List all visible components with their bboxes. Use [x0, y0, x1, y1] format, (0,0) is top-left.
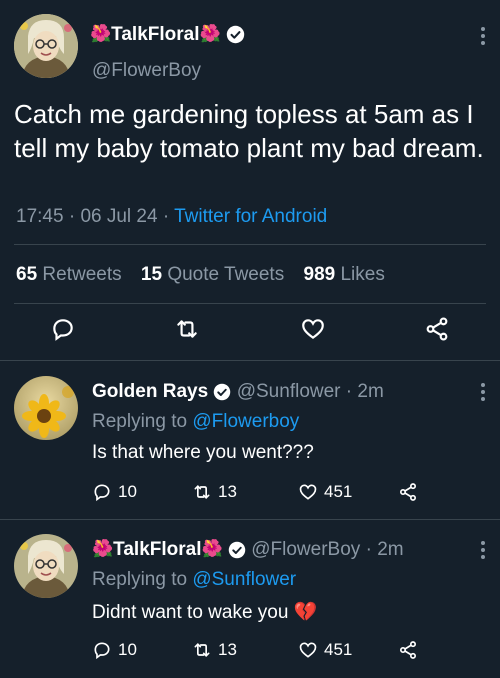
reply-header: Golden Rays @Sunflower · 2m: [92, 381, 384, 402]
tweet-text: Catch me gardening topless at 5am as I t…: [14, 99, 484, 163]
replying-to-link[interactable]: @Flowerboy: [192, 411, 299, 432]
share-button[interactable]: [398, 482, 418, 502]
divider: [14, 244, 486, 245]
avatar[interactable]: [14, 14, 78, 78]
retweet-count: 13: [218, 482, 237, 501]
share-button[interactable]: [398, 640, 418, 660]
flower-emoji: 🌺: [92, 539, 114, 558]
replying-label: Replying to: [92, 411, 188, 432]
retweet-icon[interactable]: [174, 316, 200, 347]
retweets-stat[interactable]: 65 Retweets: [16, 264, 122, 285]
reply-action-bar: 10 13 451: [92, 640, 492, 664]
reply-time: 2m: [377, 539, 404, 560]
tweet-time: 17:45: [16, 206, 64, 227]
reply-count: 10: [118, 482, 137, 501]
reply-header: 🌺TalkFloral🌺 @FlowerBoy · 2m: [92, 539, 404, 560]
verified-badge-icon: [214, 383, 231, 401]
display-name-text: TalkFloral: [111, 24, 200, 45]
replying-label: Replying to: [92, 569, 188, 590]
reply-text-content: Didnt want to wake you: [92, 602, 289, 623]
share-icon: [400, 641, 416, 659]
sunflower-avatar: [14, 376, 78, 440]
share-icon[interactable]: [424, 316, 450, 347]
replying-to: Replying to @Flowerboy: [92, 411, 299, 433]
reply-text: Didnt want to wake you 💔: [92, 600, 317, 624]
share-icon: [400, 483, 416, 501]
tweet-action-bar: [0, 316, 500, 346]
flower-emoji: 🌺: [90, 24, 112, 43]
retweet-icon: [194, 485, 210, 499]
like-count: 451: [324, 640, 353, 659]
retweet-icon: [194, 643, 210, 657]
reply-icon: [94, 484, 110, 502]
more-vertical-icon[interactable]: [480, 24, 486, 48]
retweet-button[interactable]: 13: [192, 640, 237, 660]
verified-badge-icon: [226, 26, 245, 44]
heart-icon[interactable]: [300, 316, 326, 347]
heart-icon: [299, 484, 317, 500]
display-name[interactable]: 🌺TalkFloral🌺: [90, 24, 245, 46]
reply-button[interactable]: 10: [92, 482, 137, 502]
avatar[interactable]: [14, 376, 78, 440]
avatar-illustration: [14, 14, 78, 78]
display-name-text[interactable]: Golden Rays: [92, 381, 208, 402]
tweet-source-link[interactable]: Twitter for Android: [174, 206, 327, 227]
reply-action-bar: 10 13 451: [92, 482, 492, 506]
reply-button[interactable]: 10: [92, 640, 137, 660]
flower-emoji: 🌺: [199, 24, 221, 43]
tweet-meta: 17:45 · 06 Jul 24 · Twitter for Android: [16, 206, 328, 227]
reply-icon: [94, 642, 110, 660]
display-name-text[interactable]: TalkFloral: [113, 539, 201, 560]
tweet-date: 06 Jul 24: [80, 206, 158, 227]
divider: [14, 303, 486, 304]
more-vertical-icon[interactable]: [480, 538, 486, 562]
like-button[interactable]: 451: [298, 640, 352, 660]
like-count: 451: [324, 482, 353, 501]
like-button[interactable]: 451: [298, 482, 352, 502]
verified-badge-icon: [228, 541, 246, 559]
divider: [0, 519, 500, 520]
reply-time: 2m: [357, 381, 384, 402]
retweet-button[interactable]: 13: [192, 482, 237, 502]
reply-text: Is that where you went???: [92, 442, 314, 463]
handle[interactable]: @FlowerBoy: [92, 60, 201, 82]
divider: [0, 360, 500, 361]
more-vertical-icon[interactable]: [480, 380, 486, 404]
reply-count: 10: [118, 640, 137, 659]
quotes-stat[interactable]: 15 Quote Tweets: [141, 264, 284, 285]
reply-icon[interactable]: [50, 316, 76, 347]
likes-stat[interactable]: 989 Likes: [304, 264, 385, 285]
flower-emoji: 🌺: [201, 539, 223, 558]
avatar[interactable]: [14, 534, 78, 598]
tweet-stats: 65 Retweets 15 Quote Tweets 989 Likes: [16, 264, 385, 286]
handle[interactable]: @Sunflower: [237, 381, 341, 402]
handle[interactable]: @FlowerBoy: [251, 539, 360, 560]
avatar-illustration: [14, 534, 78, 598]
replying-to-link[interactable]: @Sunflower: [192, 569, 296, 590]
broken-heart-emoji: 💔: [293, 602, 318, 623]
heart-icon: [299, 642, 317, 658]
replying-to: Replying to @Sunflower: [92, 569, 296, 591]
retweet-count: 13: [218, 640, 237, 659]
